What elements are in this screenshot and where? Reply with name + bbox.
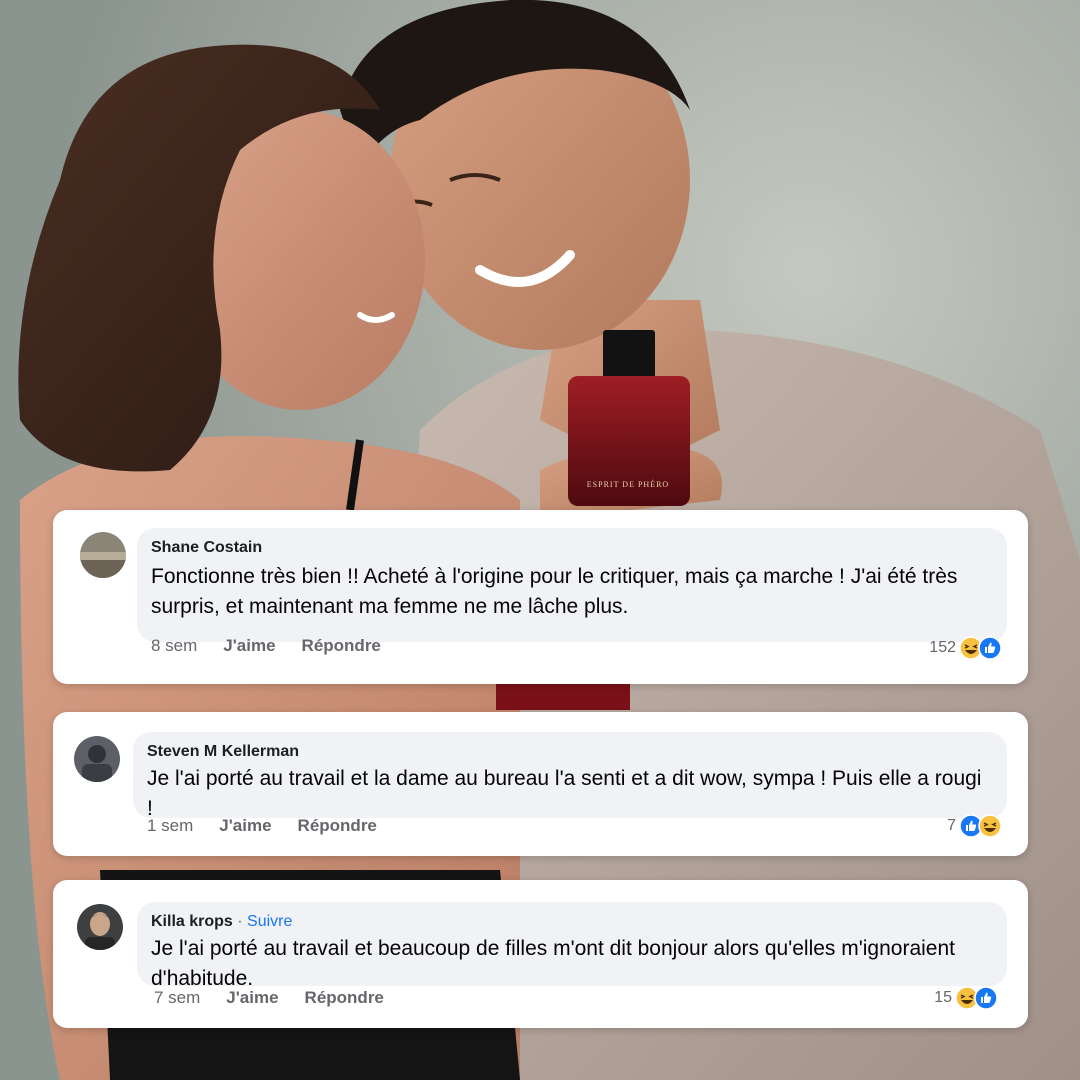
comment-bubble: Shane Costain Fonctionne très bien !! Ac…: [137, 528, 1007, 642]
reaction-count: 7: [947, 817, 956, 834]
comment-author[interactable]: Steven M Kellerman: [147, 742, 993, 762]
bottle-label: ESPRIT DE PHÉRO: [586, 480, 670, 489]
comment-meta: 1 sem J'aime Répondre: [147, 816, 377, 836]
comment-text: Je l'ai porté au travail et la dame au b…: [147, 767, 982, 820]
comment-card: Steven M Kellerman Je l'ai porté au trav…: [53, 712, 1028, 856]
comment-time: 7 sem: [154, 988, 201, 1007]
comment-bubble: Killa krops · Suivre Je l'ai porté au tr…: [137, 902, 1007, 990]
reply-link[interactable]: Répondre: [298, 816, 377, 836]
like-link[interactable]: J'aime: [219, 816, 271, 836]
author-name[interactable]: Killa krops: [151, 913, 233, 930]
author-name[interactable]: Steven M Kellerman: [147, 743, 299, 760]
comment-text: Fonctionne très bien !! Acheté à l'origi…: [151, 565, 958, 618]
comment-author[interactable]: Shane Costain: [151, 538, 993, 558]
reaction-count: 152: [929, 639, 956, 656]
comment-time: 1 sem: [147, 816, 194, 835]
reaction-count: 15: [934, 989, 952, 1006]
reaction-summary[interactable]: 152: [929, 636, 1002, 660]
separator-dot: ·: [237, 913, 243, 930]
avatar-photo-icon: [77, 904, 123, 950]
haha-icon: [978, 814, 1002, 838]
comment-time: 8 sem: [151, 636, 198, 655]
reaction-summary[interactable]: 15: [934, 986, 998, 1010]
comment-bubble: Steven M Kellerman Je l'ai porté au trav…: [133, 732, 1007, 820]
like-link[interactable]: J'aime: [223, 636, 275, 656]
author-name[interactable]: Shane Costain: [151, 539, 262, 556]
comment-meta: 7 sem J'aime Répondre: [154, 988, 384, 1008]
comment-meta: 8 sem J'aime Répondre: [151, 636, 381, 656]
reaction-summary[interactable]: 7: [947, 814, 1002, 838]
follow-link[interactable]: Suivre: [247, 913, 292, 930]
reply-link[interactable]: Répondre: [302, 636, 381, 656]
comment-author[interactable]: Killa krops · Suivre: [151, 912, 993, 932]
comment-text: Je l'ai porté au travail et beaucoup de …: [151, 937, 955, 990]
like-icon: [974, 986, 998, 1010]
like-icon: [978, 636, 1002, 660]
comment-card: Shane Costain Fonctionne très bien !! Ac…: [53, 510, 1028, 684]
avatar-photo-icon: [80, 532, 126, 578]
avatar-photo-icon: [74, 736, 120, 782]
reply-link[interactable]: Répondre: [305, 988, 384, 1008]
like-link[interactable]: J'aime: [226, 988, 278, 1008]
avatar[interactable]: [74, 736, 120, 782]
avatar[interactable]: [77, 904, 123, 950]
comment-card: Killa krops · Suivre Je l'ai porté au tr…: [53, 880, 1028, 1028]
avatar[interactable]: [80, 532, 126, 578]
